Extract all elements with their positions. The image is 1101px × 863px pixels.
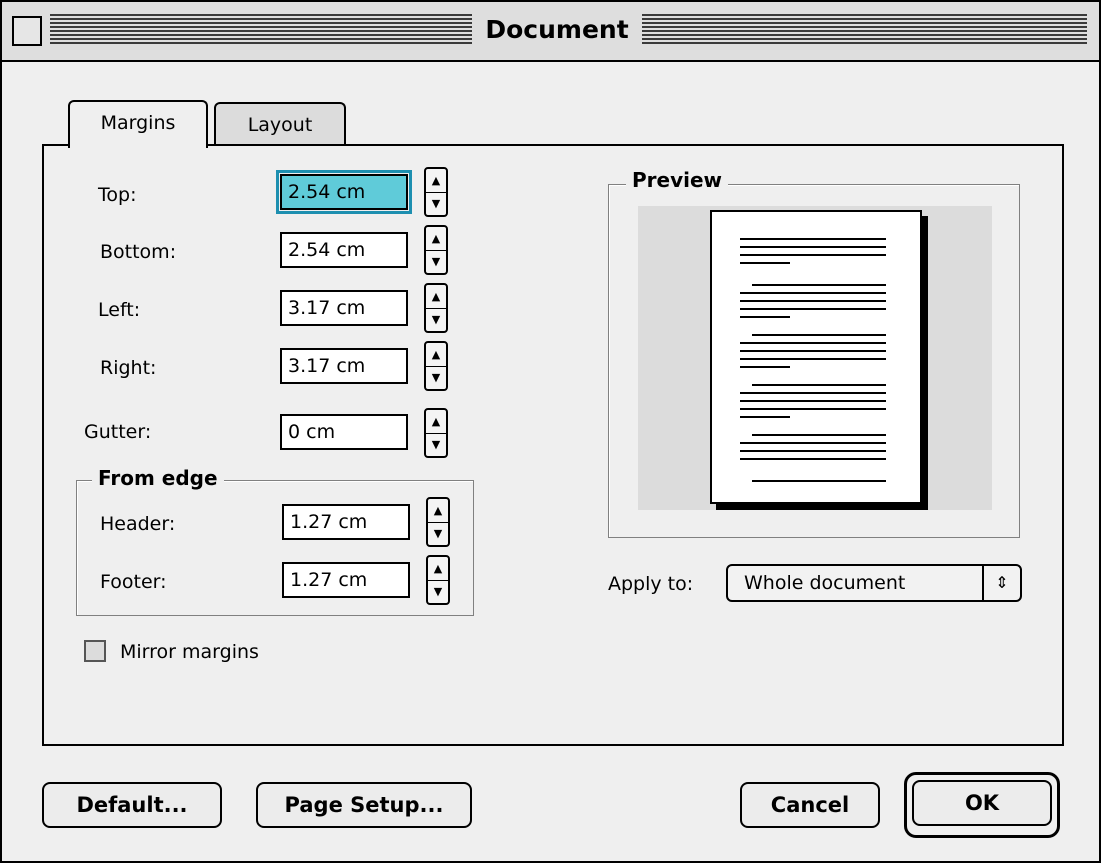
preview-line xyxy=(740,408,886,410)
preview-line xyxy=(740,316,790,318)
up-arrow-icon[interactable]: ▲ xyxy=(426,169,446,193)
tab-layout[interactable]: Layout xyxy=(214,102,346,150)
title-stripes-left xyxy=(50,14,472,46)
gutter-label: Gutter: xyxy=(84,421,152,443)
left-margin-field[interactable]: 3.17 cm xyxy=(280,290,408,326)
apply-to-popup[interactable]: Whole document ⇕ xyxy=(726,564,1022,602)
footer-stepper[interactable]: ▲ ▼ xyxy=(426,555,450,605)
preview-line xyxy=(740,300,886,302)
right-label: Right: xyxy=(100,357,157,379)
down-arrow-icon[interactable]: ▼ xyxy=(426,433,446,456)
preview-line xyxy=(740,262,790,264)
cancel-button[interactable]: Cancel xyxy=(740,782,880,828)
apply-to-value: Whole document xyxy=(744,572,906,594)
title-bar[interactable]: Document xyxy=(2,2,1099,62)
preview-line xyxy=(740,350,886,352)
apply-to-label: Apply to: xyxy=(608,573,694,595)
up-arrow-icon[interactable]: ▲ xyxy=(426,410,446,434)
bottom-margin-field[interactable]: 2.54 cm xyxy=(280,232,408,268)
preview-line xyxy=(752,480,886,482)
preview-line xyxy=(740,366,790,368)
top-margin-stepper[interactable]: ▲ ▼ xyxy=(424,167,448,217)
right-margin-stepper[interactable]: ▲ ▼ xyxy=(424,341,448,391)
up-arrow-icon[interactable]: ▲ xyxy=(428,557,448,581)
tab-margins[interactable]: Margins xyxy=(68,100,208,152)
footer-label: Footer: xyxy=(100,571,167,593)
close-box[interactable] xyxy=(12,16,42,46)
ok-button[interactable]: OK xyxy=(912,780,1052,826)
header-label: Header: xyxy=(100,513,176,535)
preview-page xyxy=(710,210,922,504)
footer-field[interactable]: 1.27 cm xyxy=(282,562,410,598)
left-label: Left: xyxy=(98,299,141,321)
gutter-stepper[interactable]: ▲ ▼ xyxy=(424,408,448,458)
left-margin-stepper[interactable]: ▲ ▼ xyxy=(424,283,448,333)
bottom-margin-stepper[interactable]: ▲ ▼ xyxy=(424,225,448,275)
preview-line xyxy=(740,392,886,394)
preview-line xyxy=(740,342,886,344)
document-dialog: Document Margins Layout Top: 2.54 cm ▲ ▼… xyxy=(0,0,1101,863)
preview-title: Preview xyxy=(626,168,729,192)
preview-line xyxy=(740,292,886,294)
preview-line xyxy=(740,458,886,460)
preview-line xyxy=(740,450,886,452)
window-title: Document xyxy=(472,10,642,50)
preview-line xyxy=(740,246,886,248)
preview-line xyxy=(752,384,886,386)
up-arrow-icon[interactable]: ▲ xyxy=(428,499,448,523)
top-label: Top: xyxy=(98,184,137,206)
right-margin-field[interactable]: 3.17 cm xyxy=(280,348,408,384)
top-margin-field[interactable]: 2.54 cm xyxy=(276,170,412,214)
preview-line xyxy=(740,358,886,360)
mirror-margins-checkbox[interactable] xyxy=(84,640,106,662)
gutter-field[interactable]: 0 cm xyxy=(280,414,408,450)
preview-line xyxy=(740,238,886,240)
preview-area xyxy=(638,206,992,510)
page-setup-button[interactable]: Page Setup... xyxy=(256,782,472,828)
default-button[interactable]: Default... xyxy=(42,782,222,828)
header-stepper[interactable]: ▲ ▼ xyxy=(426,497,450,547)
from-edge-title: From edge xyxy=(92,466,224,490)
preview-line xyxy=(740,416,790,418)
down-arrow-icon[interactable]: ▼ xyxy=(426,250,446,273)
preview-line xyxy=(740,442,886,444)
up-arrow-icon[interactable]: ▲ xyxy=(426,285,446,309)
bottom-label: Bottom: xyxy=(100,241,177,263)
up-arrow-icon[interactable]: ▲ xyxy=(426,227,446,251)
margins-panel: Top: 2.54 cm ▲ ▼ Bottom: 2.54 cm ▲ ▼ Lef… xyxy=(42,144,1064,746)
header-field[interactable]: 1.27 cm xyxy=(282,504,410,540)
preview-line xyxy=(740,400,886,402)
down-arrow-icon[interactable]: ▼ xyxy=(428,522,448,545)
down-arrow-icon[interactable]: ▼ xyxy=(426,192,446,215)
from-edge-group xyxy=(76,480,474,616)
down-arrow-icon[interactable]: ▼ xyxy=(426,366,446,389)
down-arrow-icon[interactable]: ▼ xyxy=(426,308,446,331)
preview-line xyxy=(740,254,886,256)
preview-line xyxy=(752,334,886,336)
mirror-margins-label[interactable]: Mirror margins xyxy=(120,640,259,664)
preview-line xyxy=(752,434,886,436)
up-arrow-icon[interactable]: ▲ xyxy=(426,343,446,367)
preview-line xyxy=(752,284,886,286)
title-stripes-right xyxy=(642,14,1087,46)
down-arrow-icon[interactable]: ▼ xyxy=(428,580,448,603)
updown-arrows-icon: ⇕ xyxy=(982,566,1020,600)
preview-line xyxy=(740,308,886,310)
